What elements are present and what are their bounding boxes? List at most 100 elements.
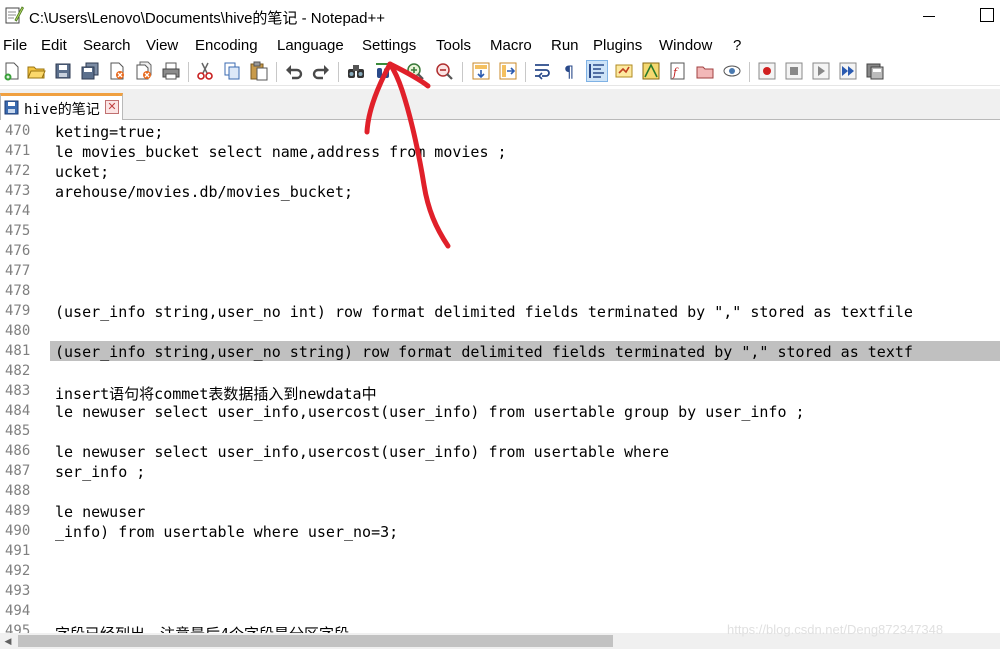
- line-number-gutter: 471: [0, 141, 50, 161]
- function-list-icon[interactable]: f: [668, 61, 688, 81]
- close-all-icon[interactable]: [134, 61, 154, 81]
- line-number-gutter: 473: [0, 181, 50, 201]
- notepad-plus-plus-icon: [4, 5, 25, 25]
- watermark: https://blog.csdn.net/Deng872347348: [727, 622, 944, 637]
- editor-line[interactable]: 489 le newuser: [0, 501, 1000, 521]
- line-number: 486: [5, 443, 31, 459]
- toolbar-separator: [749, 62, 750, 82]
- sync-vertical-icon[interactable]: [471, 61, 491, 81]
- editor-line[interactable]: 493: [0, 581, 1000, 601]
- save-all-icon[interactable]: [80, 61, 100, 81]
- line-number-gutter: 472: [0, 161, 50, 181]
- tab-hive-notes[interactable]: hive的笔记 ✕: [0, 93, 123, 120]
- line-number: 474: [5, 203, 31, 219]
- cut-icon[interactable]: [195, 61, 215, 81]
- menu-encoding[interactable]: Encoding: [195, 37, 258, 54]
- monitoring-icon[interactable]: [722, 61, 742, 81]
- undo-icon[interactable]: [284, 61, 304, 81]
- line-number-gutter: 488: [0, 481, 50, 501]
- text-editor[interactable]: 470 keting=true; 471 le movies_bucket selec…: [0, 121, 1000, 633]
- editor-line[interactable]: 481 (user_info string,user_no string) row…: [0, 341, 1000, 361]
- editor-line[interactable]: 476: [0, 241, 1000, 261]
- editor-line[interactable]: 485: [0, 421, 1000, 441]
- menu-bar: File Edit Search View Encoding Language …: [0, 35, 1000, 57]
- editor-line[interactable]: 477: [0, 261, 1000, 281]
- editor-line[interactable]: 473 arehouse/movies.db/movies_bucket;: [0, 181, 1000, 201]
- editor-line[interactable]: 478: [0, 281, 1000, 301]
- line-number: 491: [5, 543, 31, 559]
- line-number: 472: [5, 163, 31, 179]
- editor-line[interactable]: 475: [0, 221, 1000, 241]
- editor-line[interactable]: 483 insert语句将commet表数据插入到newdata中: [0, 381, 1000, 403]
- line-number-gutter: 478: [0, 281, 50, 301]
- word-wrap-icon[interactable]: [533, 61, 553, 81]
- open-file-icon[interactable]: [26, 61, 46, 81]
- editor-line[interactable]: 482: [0, 361, 1000, 381]
- paste-icon[interactable]: [249, 61, 269, 81]
- zoom-in-icon[interactable]: [405, 61, 425, 81]
- print-icon[interactable]: [161, 61, 181, 81]
- play-macro-icon[interactable]: [811, 61, 831, 81]
- line-number-gutter: 479: [0, 301, 50, 321]
- editor-line[interactable]: 492: [0, 561, 1000, 581]
- line-number: 473: [5, 183, 31, 199]
- stop-recording-icon[interactable]: [784, 61, 804, 81]
- editor-line[interactable]: 488: [0, 481, 1000, 501]
- editor-line[interactable]: 486 le newuser select user_info,usercost(…: [0, 441, 1000, 461]
- line-number: 477: [5, 263, 31, 279]
- line-number: 490: [5, 523, 31, 539]
- menu-tools[interactable]: Tools: [436, 37, 471, 54]
- redo-icon[interactable]: [311, 61, 331, 81]
- editor-line[interactable]: 472 ucket;: [0, 161, 1000, 181]
- scrollbar-thumb[interactable]: [18, 635, 613, 647]
- copy-icon[interactable]: [222, 61, 242, 81]
- menu-window[interactable]: Window: [659, 37, 712, 54]
- maximize-button[interactable]: [980, 8, 994, 22]
- zoom-out-icon[interactable]: [434, 61, 454, 81]
- new-file-icon[interactable]: [2, 61, 22, 81]
- find-icon[interactable]: [346, 61, 366, 81]
- menu-language[interactable]: Language: [277, 37, 344, 54]
- editor-line[interactable]: 479 (user_info string,user_no int) row fo…: [0, 301, 1000, 321]
- record-macro-icon[interactable]: [757, 61, 777, 81]
- minimize-button[interactable]: [921, 8, 937, 24]
- save-macro-icon[interactable]: [865, 61, 885, 81]
- editor-line[interactable]: 470 keting=true;: [0, 121, 1000, 141]
- language-map-icon[interactable]: [614, 61, 634, 81]
- document-map-icon[interactable]: [641, 61, 661, 81]
- line-number-gutter: 490: [0, 521, 50, 541]
- line-number-gutter: 470: [0, 121, 50, 141]
- editor-line[interactable]: 494: [0, 601, 1000, 621]
- sync-horizontal-icon[interactable]: [498, 61, 518, 81]
- menu-macro[interactable]: Macro: [490, 37, 532, 54]
- tab-close-button[interactable]: ✕: [105, 100, 119, 114]
- run-macro-multiple-icon[interactable]: [838, 61, 858, 81]
- line-text: _info) from usertable where user_no=3;: [55, 523, 399, 541]
- show-all-chars-icon[interactable]: ¶: [560, 61, 580, 81]
- line-number: 483: [5, 383, 31, 399]
- line-number-gutter: 476: [0, 241, 50, 261]
- editor-line[interactable]: 490 _info) from usertable where user_no=3…: [0, 521, 1000, 541]
- menu-settings[interactable]: Settings: [362, 37, 416, 54]
- save-icon[interactable]: [53, 61, 73, 81]
- line-number-gutter: 484: [0, 401, 50, 421]
- replace-icon[interactable]: [373, 61, 393, 81]
- editor-line[interactable]: 474: [0, 201, 1000, 221]
- indent-guide-icon[interactable]: [586, 60, 608, 82]
- editor-line[interactable]: 480: [0, 321, 1000, 341]
- menu-file[interactable]: File: [3, 37, 27, 54]
- menu-edit[interactable]: Edit: [41, 37, 67, 54]
- menu-view[interactable]: View: [146, 37, 178, 54]
- editor-line[interactable]: 487 ser_info ;: [0, 461, 1000, 481]
- folder-as-workspace-icon[interactable]: [695, 61, 715, 81]
- close-icon[interactable]: [107, 61, 127, 81]
- editor-line[interactable]: 491: [0, 541, 1000, 561]
- menu-help[interactable]: ?: [733, 37, 741, 54]
- menu-search[interactable]: Search: [83, 37, 131, 54]
- scroll-left-arrow-icon[interactable]: ◀: [0, 633, 16, 649]
- editor-line[interactable]: 484 le newuser select user_info,usercost(…: [0, 401, 1000, 421]
- menu-plugins[interactable]: Plugins: [593, 37, 642, 54]
- editor-line[interactable]: 471 le movies_bucket select name,address …: [0, 141, 1000, 161]
- line-number-gutter: 493: [0, 581, 50, 601]
- menu-run[interactable]: Run: [551, 37, 579, 54]
